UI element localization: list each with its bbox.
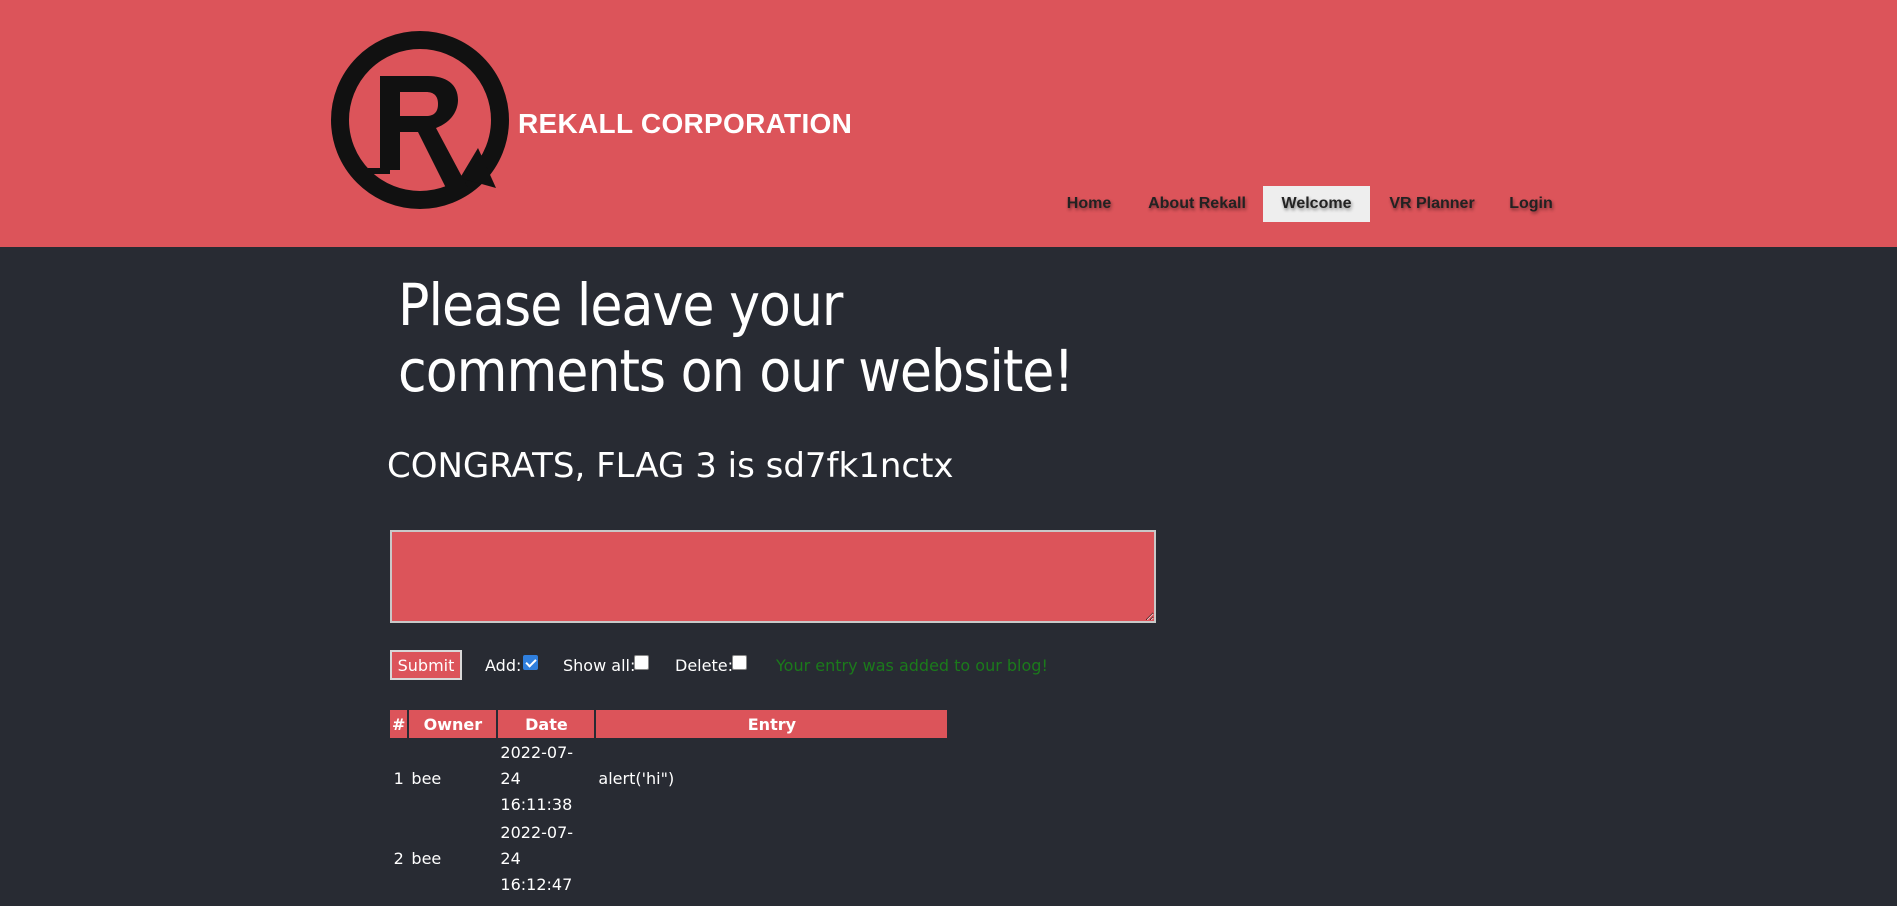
site-header: REKALL CORPORATION Home About Rekall Wel… (0, 0, 1897, 247)
show-all-checkbox[interactable] (634, 655, 649, 670)
row-owner: bee (411, 769, 442, 788)
row-owner: bee (411, 849, 442, 868)
nav-login[interactable]: Login (1497, 186, 1565, 222)
show-all-label: Show all: (563, 656, 636, 675)
nav-welcome[interactable]: Welcome (1263, 186, 1370, 222)
row-date: 2022-07-24 16:11:38 (498, 740, 594, 818)
blog-table: # Owner Date Entry 1 bee 2022-07-24 16:1… (388, 708, 949, 900)
page-title: Please leave your comments on our websit… (398, 271, 1074, 405)
brand-name: REKALL CORPORATION (518, 108, 853, 139)
comment-input[interactable] (390, 530, 1156, 623)
add-checkbox[interactable] (523, 655, 538, 670)
status-message: Your entry was added to our blog! (776, 656, 1048, 675)
nav-vr-planner[interactable]: VR Planner (1382, 186, 1482, 222)
row-date-time: 16:11:38 (500, 795, 573, 814)
row-date-time: 16:12:47 (500, 875, 573, 894)
col-date: Date (498, 710, 595, 738)
nav-home[interactable]: Home (1052, 186, 1126, 222)
row-number: 1 (393, 769, 404, 788)
table-header-row: # Owner Date Entry (390, 710, 948, 738)
flag-message: CONGRATS, FLAG 3 is sd7fk1nctx (387, 446, 954, 486)
row-date-day: 2022-07-24 (500, 743, 574, 788)
delete-label: Delete: (675, 656, 733, 675)
row-entry (596, 820, 947, 898)
col-number: # (390, 710, 408, 738)
rekall-logo-icon[interactable] (328, 28, 512, 214)
nav-about-rekall[interactable]: About Rekall (1142, 186, 1252, 222)
add-label: Add: (485, 656, 522, 675)
page-title-line1: Please leave your (398, 271, 843, 339)
table-row: 2 bee 2022-07-24 16:12:47 (390, 820, 947, 898)
page-title-line2: comments on our website! (398, 337, 1074, 405)
col-owner: Owner (409, 710, 497, 738)
submit-button[interactable]: Submit (390, 650, 462, 680)
row-date-day: 2022-07-24 (500, 823, 574, 868)
table-row: 1 bee 2022-07-24 16:11:38 alert('hi") (390, 740, 947, 818)
row-number: 2 (393, 849, 404, 868)
row-date: 2022-07-24 16:12:47 (498, 820, 594, 898)
col-entry: Entry (596, 710, 948, 738)
row-entry: alert('hi") (598, 769, 675, 788)
delete-checkbox[interactable] (732, 655, 747, 670)
